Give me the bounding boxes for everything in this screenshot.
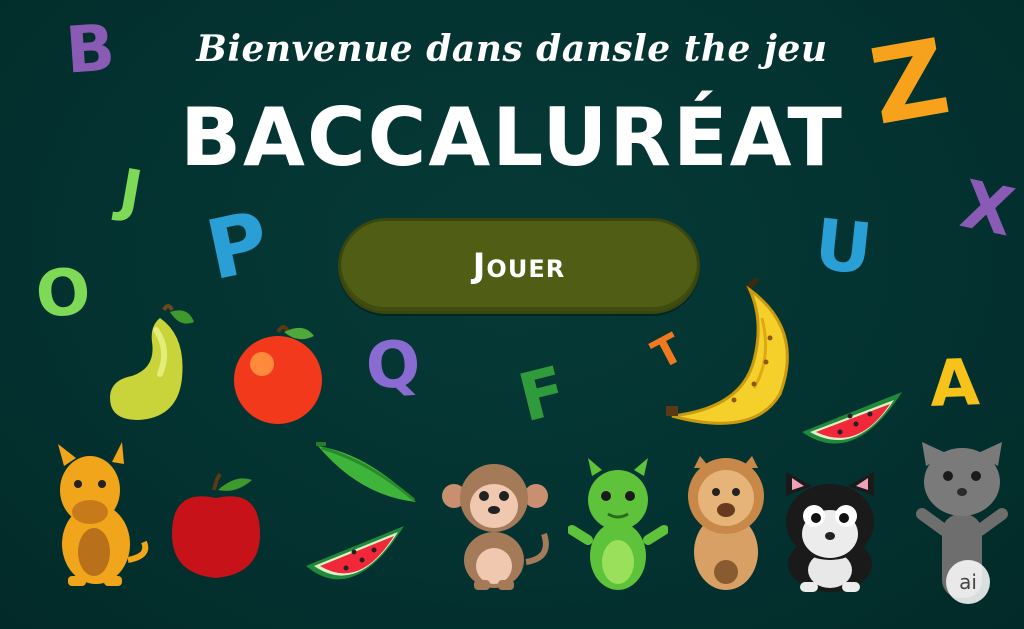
play-button-label: Jouer	[472, 246, 566, 286]
orange-icon	[234, 325, 322, 424]
monkey-icon	[442, 464, 549, 590]
letter-q: Q	[363, 327, 423, 405]
apple-icon	[172, 472, 260, 578]
black-white-cat-icon	[786, 472, 874, 592]
watermelon-slice-icon	[802, 392, 902, 444]
watermelon-slice-icon	[306, 526, 404, 580]
green-dragon-icon	[568, 458, 668, 590]
game-start-screen: Bienvenue dans dansle the jeu BACCALURÉA…	[0, 0, 1024, 629]
game-title: BACCALURÉAT	[180, 91, 844, 184]
letter-p: P	[198, 193, 278, 300]
pea-pod-icon	[316, 442, 416, 502]
lion-icon	[688, 456, 764, 590]
ai-watermark-badge: ai	[946, 560, 990, 604]
letter-a: A	[928, 346, 981, 422]
play-button[interactable]: Jouer	[338, 218, 700, 314]
banana-icon	[666, 278, 789, 425]
letter-f: F	[511, 351, 574, 438]
pear-icon	[110, 304, 194, 420]
yellow-horse-icon	[58, 442, 149, 586]
letter-o: O	[32, 254, 95, 334]
letter-b: B	[63, 11, 118, 89]
letter-u: U	[810, 203, 876, 291]
